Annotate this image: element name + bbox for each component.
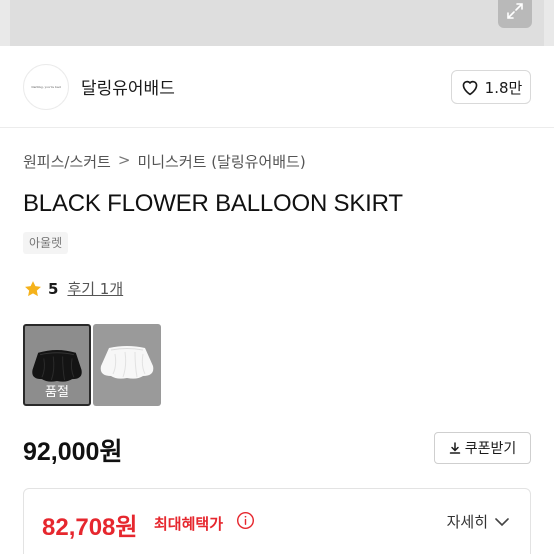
shop-logo-text: Darling, you're bad (31, 85, 61, 89)
download-icon (449, 442, 460, 454)
chevron-down-icon (495, 517, 509, 526)
detail-label: 자세히 (446, 513, 488, 531)
rating-score: 5 (48, 279, 59, 298)
shop-name[interactable]: 달링유어배드 (81, 74, 175, 99)
benefit-price: 82,708원 (42, 514, 138, 541)
shop-logo[interactable]: Darling, you're bad (23, 64, 69, 110)
expand-arrows-icon (507, 3, 523, 19)
breadcrumb-item-subcategory[interactable]: 미니스커트 (달링유어배드) (137, 151, 305, 172)
breadcrumb-separator: > (117, 151, 131, 169)
shop-bar: Darling, you're bad 달링유어배드 1.8만 (0, 46, 554, 128)
breadcrumb-item-category[interactable]: 원피스/스커트 (23, 151, 111, 172)
product-image-area (10, 0, 544, 46)
outlet-badge: 아울렛 (23, 232, 69, 254)
heart-outline-icon (462, 80, 478, 96)
like-button[interactable]: 1.8만 (451, 70, 531, 104)
benefit-label: 최대혜택가 (154, 515, 224, 533)
info-circle-icon[interactable] (236, 511, 255, 530)
star-icon (25, 280, 41, 296)
product-title: BLACK FLOWER BALLOON SKIRT (23, 190, 403, 217)
breadcrumb: 원피스/스커트 > 미니스커트 (달링유어배드) (23, 151, 306, 172)
white-skirt-image (100, 346, 154, 379)
coupon-download-button[interactable]: 쿠폰받기 (434, 432, 531, 464)
coupon-label: 쿠폰받기 (464, 441, 517, 457)
expand-image-button[interactable] (498, 0, 532, 28)
like-count: 1.8만 (484, 78, 523, 97)
product-price: 92,000원 (23, 438, 123, 466)
product-main-image[interactable] (0, 0, 554, 46)
benefit-detail-toggle[interactable]: 자세히 (447, 511, 510, 532)
reviews-link[interactable]: 후기 1개 (67, 278, 123, 299)
rating-row: 5 후기 1개 (23, 278, 123, 299)
max-benefit-panel: 82,708원 최대혜택가 자세히 (23, 488, 531, 554)
option-thumbnail-white[interactable] (93, 324, 161, 406)
option-thumbnail-black[interactable]: 품절 (23, 324, 91, 406)
soldout-label: 품절 (45, 385, 69, 400)
